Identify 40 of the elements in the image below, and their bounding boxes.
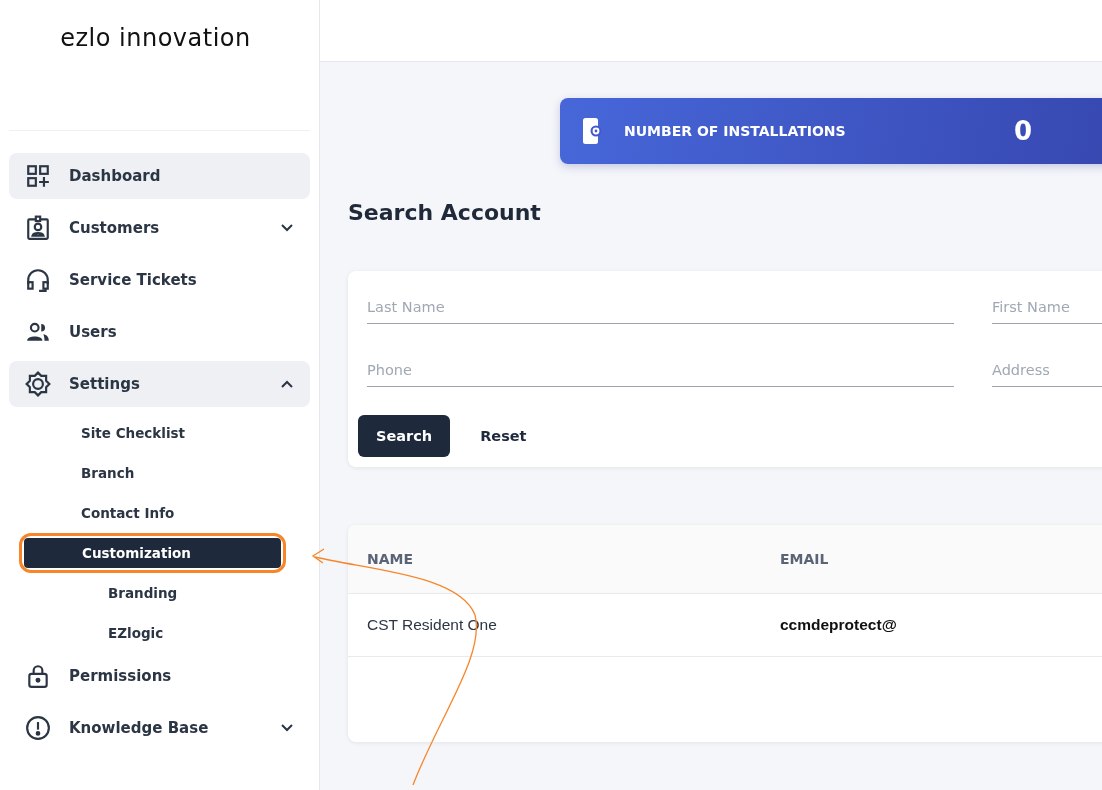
input-field[interactable]: First Name — [992, 291, 1102, 324]
phone-gear-icon — [582, 117, 602, 145]
nav-label: Dashboard — [69, 167, 162, 185]
section-title: Search Account — [348, 200, 542, 225]
grid-icon — [25, 163, 51, 189]
settings-icon — [25, 371, 51, 397]
nav-label: Service Tickets — [69, 271, 198, 289]
nav-label: Permissions — [69, 667, 173, 685]
logo: ezlo innovation — [59, 24, 252, 54]
input-field[interactable]: Phone — [367, 354, 954, 387]
sidebar-item[interactable]: Users — [9, 309, 310, 355]
submenu-item[interactable]: Contact Info — [18, 498, 287, 528]
table-cell-text: ccmdeprotect@ — [779, 616, 898, 634]
submenu-item[interactable]: Site Checklist — [18, 418, 287, 448]
id-badge-icon — [25, 215, 51, 241]
sidebar-item[interactable]: Customers — [9, 205, 310, 251]
submenu-item[interactable]: Branding — [9, 573, 310, 613]
nav-label: Users — [69, 323, 118, 341]
input-field[interactable]: Last Name — [367, 291, 954, 324]
nav-label: Settings — [69, 375, 141, 393]
headset-icon — [25, 267, 51, 293]
column-header: NAME — [366, 551, 415, 567]
sidebar-item[interactable]: Permissions — [9, 653, 310, 699]
nav-label: Customers — [69, 219, 161, 237]
submenu-item[interactable]: EZlogic — [9, 613, 310, 653]
input-field[interactable]: Address — [992, 354, 1102, 387]
stat-value: 0 — [1014, 116, 1033, 146]
lock-icon — [25, 663, 51, 689]
sidebar-item[interactable]: Knowledge Base — [9, 705, 310, 751]
reset-button[interactable]: Reset — [462, 415, 545, 457]
stat-label: NUMBER OF INSTALLATIONS — [624, 123, 847, 139]
sidebar-item[interactable]: Settings — [9, 361, 310, 407]
search-button[interactable]: Search — [358, 415, 451, 457]
sidebar-item[interactable]: Dashboard — [9, 153, 310, 199]
submenu-item[interactable]: Branch — [18, 458, 287, 488]
sidebar-item[interactable]: Service Tickets — [9, 257, 310, 303]
column-header: EMAIL — [779, 551, 830, 567]
nav-label: Knowledge Base — [69, 719, 210, 737]
alert-circle-icon — [25, 715, 51, 741]
submenu-item[interactable]: Customization — [24, 538, 281, 568]
